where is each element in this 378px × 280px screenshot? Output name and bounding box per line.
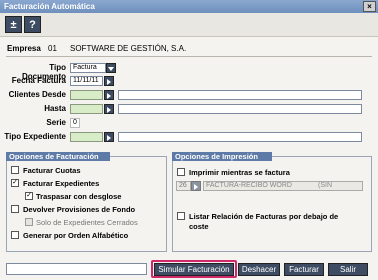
status-field xyxy=(6,263,147,275)
tipo-expediente-name-field xyxy=(118,132,362,142)
deshacer-button[interactable]: Deshacer xyxy=(238,263,280,276)
header-divider xyxy=(6,56,372,57)
empresa-name: SOFTWARE DE GESTIÓN, S.A. xyxy=(70,44,187,53)
window-titlebar: Facturación Automática × xyxy=(0,0,378,13)
empresa-label: Empresa xyxy=(7,44,41,53)
facturar-cuotas-label: Facturar Cuotas xyxy=(23,166,81,175)
fecha-factura-label: Fecha Factura xyxy=(11,76,66,85)
opciones-facturacion-title: Opciones de Facturación xyxy=(6,152,110,161)
hasta-input[interactable] xyxy=(70,104,103,114)
traspasar-desglose-label: Traspasar con desglose xyxy=(36,192,122,201)
listar-relacion-label: Listar Relación de Facturas por debajo d… xyxy=(189,212,339,231)
calendar-icon[interactable] xyxy=(104,76,114,86)
formato-code-field[interactable]: 26 xyxy=(176,181,191,191)
close-icon[interactable]: × xyxy=(363,1,376,12)
hasta-label: Hasta xyxy=(44,104,66,113)
clientes-desde-input[interactable] xyxy=(70,90,103,100)
toolbar: ± ? xyxy=(0,13,378,37)
tipo-expediente-input[interactable] xyxy=(70,132,103,142)
imprimir-mientras-label: Imprimir mientras se factura xyxy=(189,168,290,177)
lookup-icon[interactable] xyxy=(104,132,114,142)
facturar-cuotas-checkbox[interactable] xyxy=(11,166,19,174)
expand-collapse-button[interactable]: ± xyxy=(5,16,22,33)
imprimir-mientras-checkbox[interactable] xyxy=(177,168,185,176)
traspasar-desglose-checkbox[interactable]: ✓ xyxy=(25,192,33,200)
formato-name-field: FACTURA-RECIBO WORD (SIN xyxy=(203,181,363,191)
chevron-down-icon[interactable] xyxy=(106,63,116,73)
formato-extra-text: (SIN xyxy=(318,182,332,189)
devolver-provisiones-checkbox[interactable] xyxy=(11,205,19,213)
fecha-factura-input[interactable]: 11/11/11 xyxy=(70,76,103,86)
formato-name-text: FACTURA-RECIBO WORD xyxy=(206,182,292,189)
serie-input[interactable]: 0 xyxy=(70,118,80,128)
hasta-name-field xyxy=(118,104,362,114)
simular-facturacion-button[interactable]: Simular Facturación xyxy=(154,263,234,276)
facturar-expedientes-checkbox[interactable]: ✓ xyxy=(11,179,19,187)
lookup-icon[interactable] xyxy=(104,104,114,114)
generar-alfabetico-label: Generar por Orden Alfabético xyxy=(23,231,129,240)
empresa-code: 01 xyxy=(48,44,57,53)
facturar-expedientes-label: Facturar Expedientes xyxy=(23,179,100,188)
devolver-provisiones-label: Devolver Provisiones de Fondo xyxy=(23,205,136,214)
serie-label: Serie xyxy=(46,118,66,127)
clientes-desde-label: Clientes Desde xyxy=(8,90,66,99)
lookup-icon[interactable] xyxy=(104,90,114,100)
generar-alfabetico-checkbox[interactable] xyxy=(11,231,19,239)
solo-cerrados-label: Solo de Expedientes Cerrados xyxy=(36,218,138,227)
facturar-button[interactable]: Facturar xyxy=(284,263,324,276)
salir-button[interactable]: Salir xyxy=(328,263,368,276)
window-title: Facturación Automática xyxy=(4,2,95,11)
tipo-expediente-label: Tipo Expediente xyxy=(4,132,66,141)
listar-relacion-checkbox[interactable] xyxy=(177,212,185,220)
opciones-impresion-title: Opciones de Impresión xyxy=(172,152,272,161)
clientes-desde-name-field xyxy=(118,90,362,100)
help-button[interactable]: ? xyxy=(24,16,41,33)
lookup-icon[interactable] xyxy=(191,181,201,191)
solo-cerrados-checkbox[interactable] xyxy=(25,218,33,226)
tipo-documento-select[interactable]: Factura xyxy=(70,63,106,73)
